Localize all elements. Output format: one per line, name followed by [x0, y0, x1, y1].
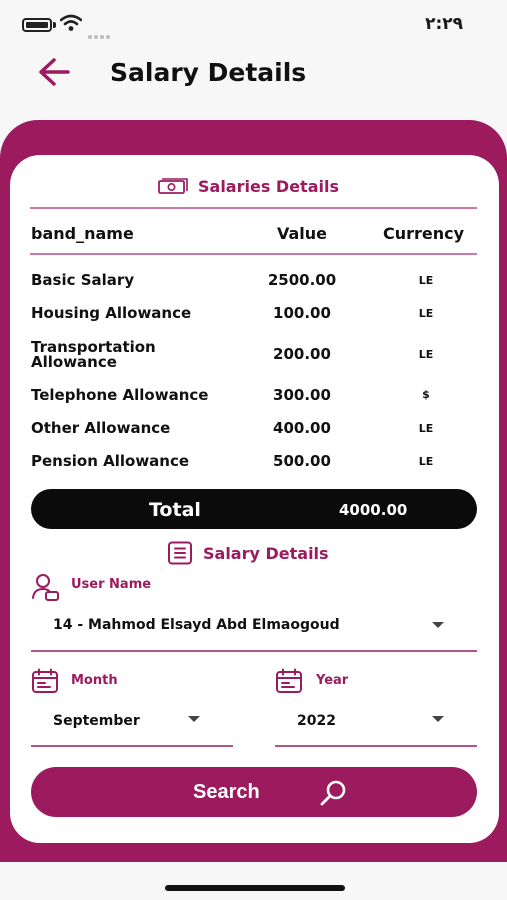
document-list-icon [168, 541, 192, 565]
month-underline [31, 745, 233, 747]
column-header-value: Value [277, 224, 328, 243]
page-title: Salary Details [110, 58, 307, 87]
currency-cell: LE [418, 348, 434, 361]
column-header-currency: Currency [383, 224, 465, 243]
user-name-value: 14 - Mahmod Elsayd Abd Elmaogoud [53, 617, 340, 633]
chevron-down-icon [432, 716, 444, 722]
month-value: September [53, 713, 140, 729]
chevron-down-icon [432, 622, 444, 628]
value-cell: 100.00 [273, 304, 331, 322]
battery-nub [53, 22, 56, 28]
search-icon [320, 780, 346, 806]
currency-cell: $ [422, 388, 430, 401]
currency-cell: LE [418, 307, 434, 320]
year-underline [275, 745, 477, 747]
calendar-icon [276, 668, 302, 693]
currency-cell: LE [418, 422, 434, 435]
battery-icon [22, 18, 52, 32]
value-cell: 2500.00 [267, 271, 337, 289]
value-cell: 200.00 [273, 345, 331, 363]
value-cell: 300.00 [273, 386, 331, 404]
back-arrow-icon[interactable] [34, 52, 76, 92]
status-bar: ٢:٢٩ [0, 0, 507, 50]
divider [30, 207, 477, 209]
year-value: 2022 [297, 713, 336, 729]
wifi-icon [60, 14, 82, 31]
year-label: Year [316, 673, 349, 688]
user-icon [32, 574, 59, 601]
calendar-icon [32, 668, 58, 693]
status-time: ٢:٢٩ [425, 14, 463, 34]
search-button[interactable]: Search [31, 767, 477, 817]
band-name-cell: Basic Salary [31, 271, 135, 289]
band-name-cell: Other Allowance [31, 419, 171, 437]
total-bar: Total 4000.00 [31, 489, 477, 529]
chevron-down-icon [188, 716, 200, 722]
divider [30, 253, 477, 255]
column-header-band-name: band_name [31, 224, 134, 243]
band-name-cell: Housing Allowance [31, 304, 192, 322]
salaries-details-title: Salaries Details [198, 177, 339, 196]
user-name-label: User Name [71, 577, 152, 592]
salaries-details-heading: Salaries Details [158, 177, 339, 196]
cellular-signal-icon [88, 24, 112, 43]
total-value: 4000.00 [339, 501, 408, 519]
currency-cell: LE [418, 455, 434, 468]
band-name-cell: Transportation Allowance [31, 338, 156, 371]
home-indicator [165, 885, 345, 891]
salary-details-title: Salary Details [203, 543, 329, 563]
band-name-cell: Pension Allowance [31, 452, 190, 470]
salary-details-heading: Salary Details [167, 541, 329, 565]
user-name-underline [31, 650, 477, 652]
band-name-cell: Telephone Allowance [31, 386, 209, 404]
currency-cell: LE [418, 274, 434, 287]
total-label: Total [149, 499, 201, 521]
value-cell: 400.00 [273, 419, 331, 437]
money-icon [158, 177, 188, 194]
month-label: Month [71, 673, 118, 688]
search-button-label: Search [193, 781, 260, 803]
value-cell: 500.00 [273, 452, 331, 470]
